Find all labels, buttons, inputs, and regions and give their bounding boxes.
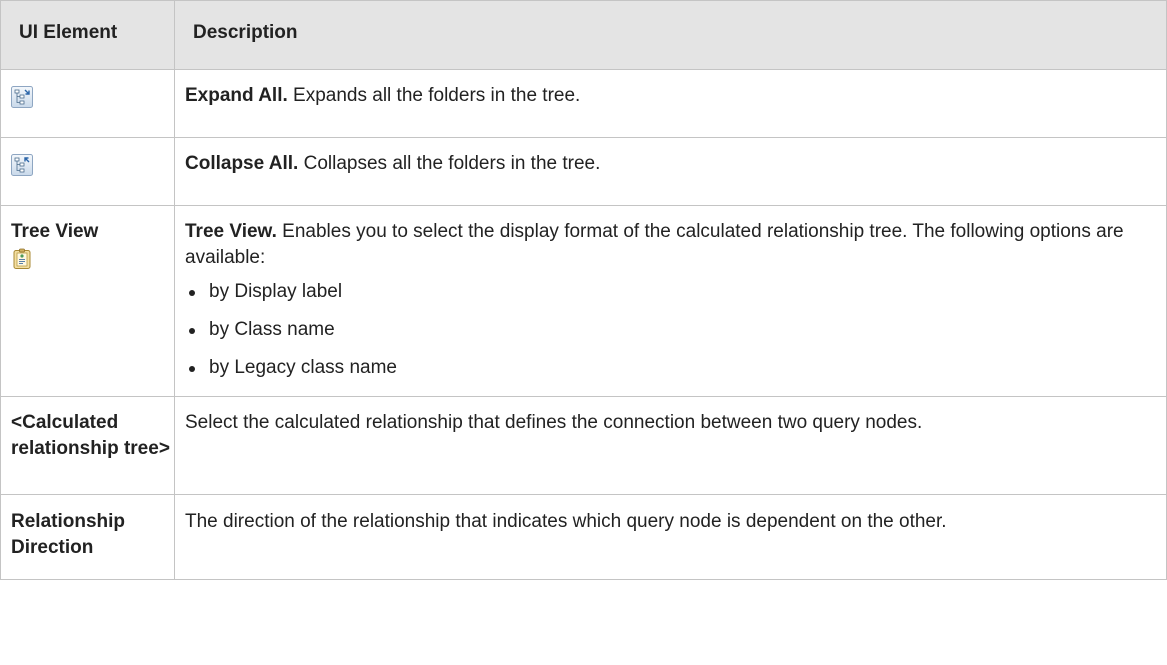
row-text: Enables you to select the display format… [185,221,1124,268]
row-text: Expands all the folders in the tree. [287,85,581,106]
row-title: Expand All. [185,85,288,106]
element-cell [0,69,175,138]
element-label: Relationship Direction [0,494,175,580]
table-header-row: UI Element Description [0,0,1167,70]
tree-view-icon [11,248,33,270]
header-description: Description [174,0,1167,70]
description-cell: The direction of the relationship that i… [174,494,1167,580]
description-cell: Select the calculated relationship that … [174,396,1167,495]
options-list: by Display label by Class name by Legacy… [185,279,1156,381]
description-cell: Tree View. Enables you to select the dis… [174,205,1167,397]
element-label: <Calculated relationship tree> [0,396,175,495]
list-item: by Display label [185,279,1156,305]
table-row: Expand All. Expands all the folders in t… [0,69,1167,138]
table-row: <Calculated relationship tree> Select th… [0,396,1167,495]
table-row: Collapse All. Collapses all the folders … [0,137,1167,206]
row-text: Collapses all the folders in the tree. [298,153,601,174]
collapse-all-icon [11,154,33,176]
row-title: Tree View. [185,221,277,242]
row-title: Collapse All. [185,153,299,174]
element-cell: Tree View [0,205,175,397]
row-description: Tree View. Enables you to select the dis… [185,219,1156,271]
list-item: by Class name [185,317,1156,343]
description-cell: Expand All. Expands all the folders in t… [174,69,1167,138]
ui-elements-table: UI Element Description Expand All. Expan… [0,0,1167,580]
expand-all-icon [11,86,33,108]
element-cell [0,137,175,206]
element-label: Tree View [11,221,99,242]
table-row: Relationship Direction The direction of … [0,494,1167,580]
header-ui-element: UI Element [0,0,175,70]
list-item: by Legacy class name [185,355,1156,381]
table-row: Tree View Tree View. Enables you to sele… [0,205,1167,397]
description-cell: Collapse All. Collapses all the folders … [174,137,1167,206]
